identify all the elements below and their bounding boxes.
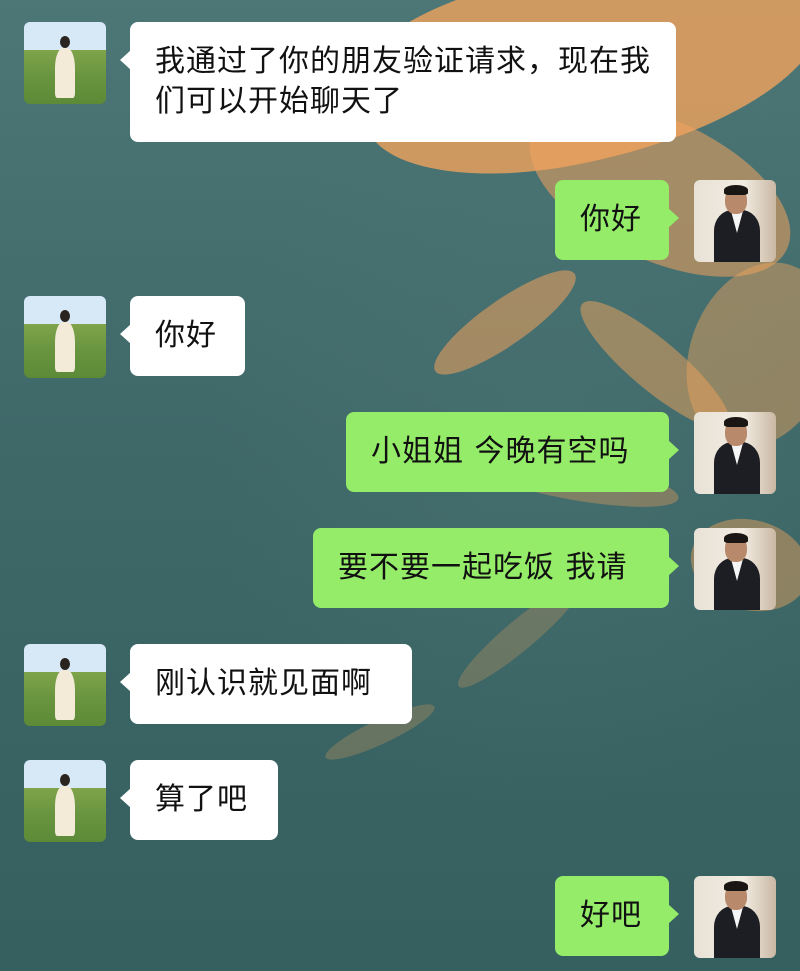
message-bubble[interactable]: 你好 (120, 296, 245, 376)
message-text: 你好 (580, 202, 642, 237)
female-avatar[interactable] (24, 22, 106, 104)
female-avatar[interactable] (24, 644, 106, 726)
message-text: 小姐姐 今晚有空吗 (371, 434, 630, 469)
message-bubble[interactable]: 好吧 (555, 876, 679, 956)
message-text: 你好 (155, 318, 217, 353)
message-bubble[interactable]: 算了吧 (120, 760, 278, 840)
male-avatar[interactable] (694, 876, 776, 958)
message-bubble[interactable]: 刚认识就见面啊 (120, 644, 412, 724)
male-avatar[interactable] (694, 528, 776, 610)
message-bubble[interactable]: 小姐姐 今晚有空吗 (346, 412, 679, 492)
message-bubble[interactable]: 要不要一起吃饭 我请 (313, 528, 679, 608)
message-text: 要不要一起吃饭 我请 (338, 550, 628, 585)
message-text: 算了吧 (155, 782, 248, 817)
message-text: 我通过了你的朋友验证请求，现在我们可以开始聊天了 (155, 44, 651, 119)
female-avatar[interactable] (24, 296, 106, 378)
message-text: 好吧 (580, 898, 642, 933)
male-avatar[interactable] (694, 412, 776, 494)
message-bubble[interactable]: 我通过了你的朋友验证请求，现在我们可以开始聊天了 (120, 22, 676, 142)
message-text: 刚认识就见面啊 (155, 666, 372, 701)
light-pattern (422, 255, 588, 390)
female-avatar[interactable] (24, 760, 106, 842)
male-avatar[interactable] (694, 180, 776, 262)
message-bubble[interactable]: 你好 (555, 180, 679, 260)
